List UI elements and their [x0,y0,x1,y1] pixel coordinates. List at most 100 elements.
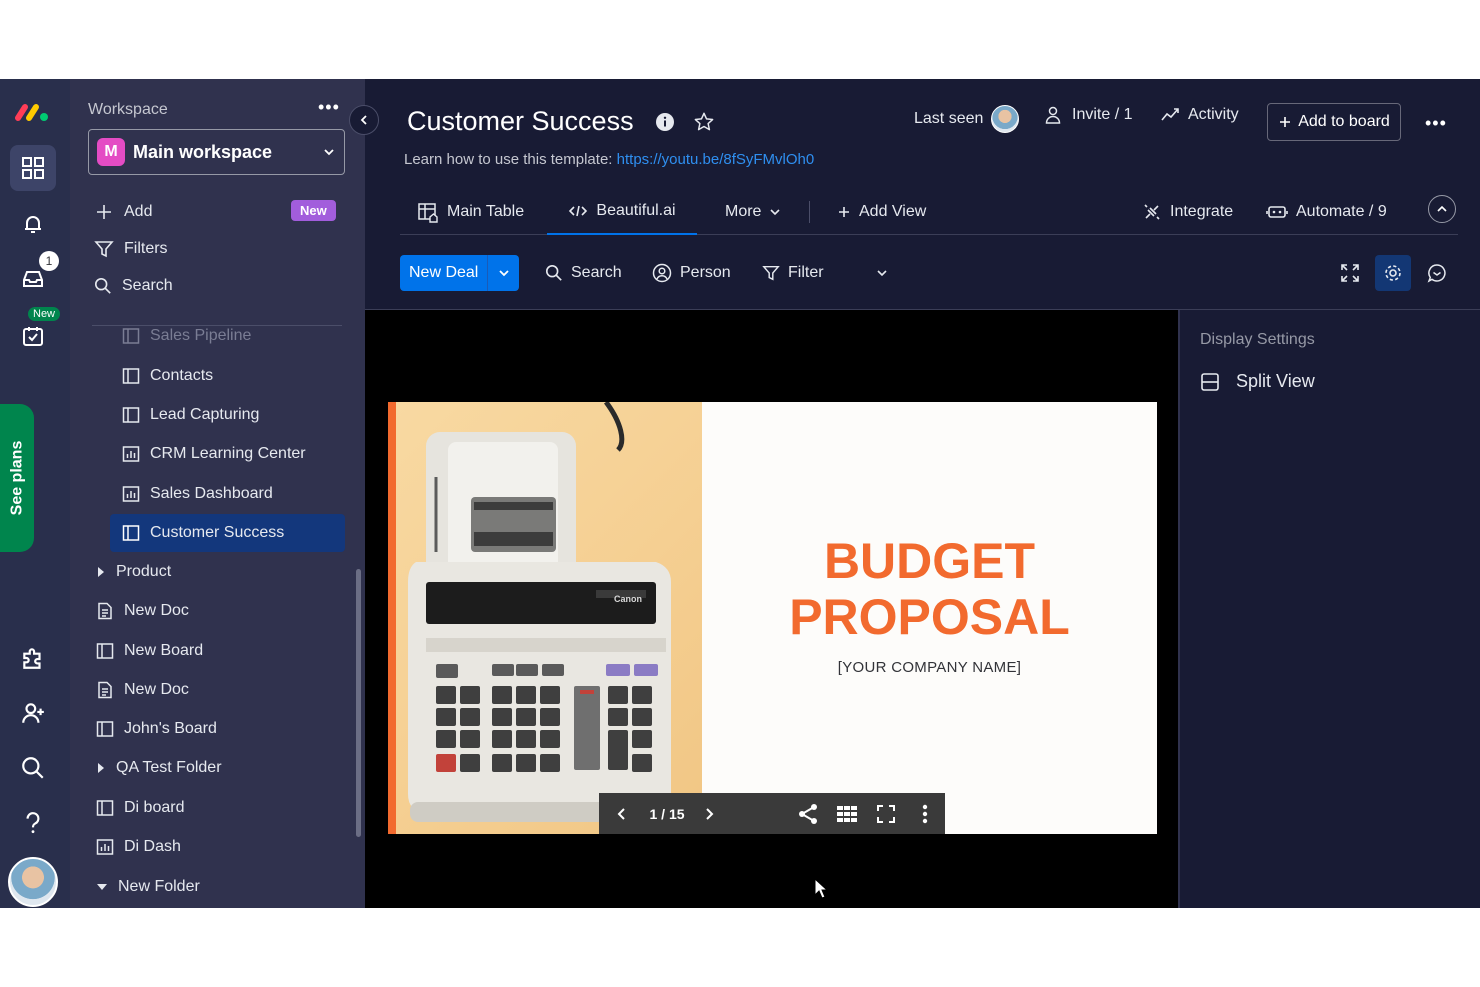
grid-icon [22,157,44,179]
sidebar-search-button[interactable]: Search [94,277,173,295]
filter-dropdown-button[interactable] [876,255,888,291]
last-seen[interactable]: Last seen [914,105,1020,133]
fullscreen-button[interactable] [1332,255,1368,291]
new-deal-dropdown[interactable] [488,267,519,279]
next-slide-button[interactable] [689,807,729,821]
split-view-label: Split View [1236,371,1315,391]
filter-icon [94,241,114,258]
tab-label: Main Table [447,203,525,220]
search-icon [545,264,562,281]
sidebar-item-sales-pipeline[interactable]: Sales Pipeline [122,317,251,355]
invite-members-button[interactable] [10,690,56,736]
filters-button[interactable]: Filters [94,239,168,259]
sidebar-item-new-doc-2[interactable]: New Doc [96,671,189,709]
grid-icon [837,805,857,822]
automate-button[interactable]: Automate / 9 [1266,189,1387,235]
inbox-count-badge: 1 [39,251,59,271]
split-view-option[interactable]: Split View [1200,371,1315,392]
sidebar-item-lead-capturing[interactable]: Lead Capturing [122,396,259,434]
add-view-button[interactable]: Add View [837,189,926,235]
invite-button[interactable]: Invite / 1 [1044,105,1132,125]
sidebar-item-label: Sales Pipeline [150,327,252,344]
calculator-image: Canon [408,402,671,822]
share-button[interactable] [789,803,827,825]
sidebar-folder-product[interactable]: Product [96,553,171,591]
left-rail: 1 New See plans [0,79,70,908]
workspace-more-icon[interactable]: ••• [318,97,340,118]
help-button[interactable] [10,800,56,846]
inbox-icon [23,271,43,287]
invite-label: Invite / 1 [1072,106,1133,123]
my-work-button[interactable] [10,313,56,359]
sidebar-item-di-board[interactable]: Di board [96,789,184,827]
slide: Canon BUDGET PROPOSAL [YOUR COMPANY NAME… [388,402,1157,834]
user-avatar[interactable] [8,857,58,907]
apps-button[interactable] [10,635,56,681]
sidebar-folder-new-folder[interactable]: New Folder [96,868,200,906]
view-settings-button[interactable] [1375,255,1411,291]
info-icon[interactable] [655,112,675,132]
toolbar-filter[interactable]: Filter [762,255,824,291]
slide-controls: 1 / 15 [599,793,945,834]
presentation-viewer[interactable]: Canon BUDGET PROPOSAL [YOUR COMPANY NAME… [365,310,1179,908]
sidebar-item-di-dash[interactable]: Di Dash [96,828,181,866]
tab-beautiful-ai[interactable]: Beautiful.ai [547,189,697,235]
new-deal-button[interactable]: New Deal [400,255,519,291]
sidebar-item-sales-dashboard[interactable]: Sales Dashboard [122,475,273,513]
see-plans-button[interactable]: See plans [0,404,34,552]
tab-more[interactable]: More [725,189,781,235]
code-icon [569,205,588,217]
sidebar-item-new-doc[interactable]: New Doc [96,592,189,630]
workspaces-button[interactable] [10,145,56,191]
monday-logo[interactable] [10,89,56,135]
board-more-icon[interactable]: ••• [1425,113,1447,134]
sidebar-item-crm-learning-center[interactable]: CRM Learning Center [122,435,306,473]
slide-fullscreen-button[interactable] [867,804,905,823]
collapse-header-button[interactable] [1428,195,1456,223]
sidebar-folder-qa-test[interactable]: QA Test Folder [96,749,222,787]
collapse-sidebar-button[interactable] [349,105,379,135]
add-label: Add [124,203,153,220]
sidebar-item-label: Contacts [150,367,214,384]
app-window: 1 New See plans Workspace ••• M Main wor… [0,79,1480,908]
tab-main-table[interactable]: Main Table [417,189,524,235]
add-button[interactable]: Add [94,202,152,222]
chat-bubble-icon [1427,264,1446,283]
chevron-right-icon [706,807,714,820]
kebab-icon [922,804,928,823]
toolbar-search[interactable]: Search [545,255,622,291]
sidebar-item-contacts[interactable]: Contacts [122,357,213,395]
robot-icon [1266,206,1288,218]
activity-button[interactable]: Activity [1160,105,1239,125]
grid-view-button[interactable] [827,805,867,822]
sidebar-item-new-board[interactable]: New Board [96,632,203,670]
dashboard-icon [122,486,140,502]
notifications-button[interactable] [10,201,56,247]
board-icon [122,368,140,384]
workspace-selector[interactable]: M Main workspace [88,129,345,175]
calculator-brand: Canon [614,594,642,604]
sidebar-item-label: CRM Learning Center [150,445,306,462]
board-title[interactable]: Customer Success [407,106,634,137]
search-everything-button[interactable] [10,745,56,791]
sidebar-item-johns-board[interactable]: John's Board [96,710,217,748]
integrate-button[interactable]: Integrate [1142,189,1233,235]
add-to-board-button[interactable]: Add to board [1267,103,1401,141]
updates-button[interactable] [1419,255,1455,291]
question-icon [26,812,40,834]
star-icon[interactable] [693,111,715,133]
sidebar-scrollbar[interactable] [356,569,361,837]
sidebar-item-label: Di board [124,799,185,816]
workspace-name: Main workspace [133,141,273,162]
prev-slide-button[interactable] [599,807,645,821]
sidebar-item-label: Product [116,563,172,580]
calculator-photo: Canon [396,402,702,834]
toolbar-person[interactable]: Person [652,255,731,291]
description-link[interactable]: https://youtu.be/8fSyFMvlOh0 [617,151,815,168]
slide-more-button[interactable] [905,804,945,824]
plus-icon [1280,117,1291,127]
sidebar-item-label: Sales Dashboard [150,485,273,502]
doc-icon [98,681,112,699]
board-icon [122,328,140,344]
sidebar-item-customer-success[interactable]: Customer Success [110,514,345,552]
